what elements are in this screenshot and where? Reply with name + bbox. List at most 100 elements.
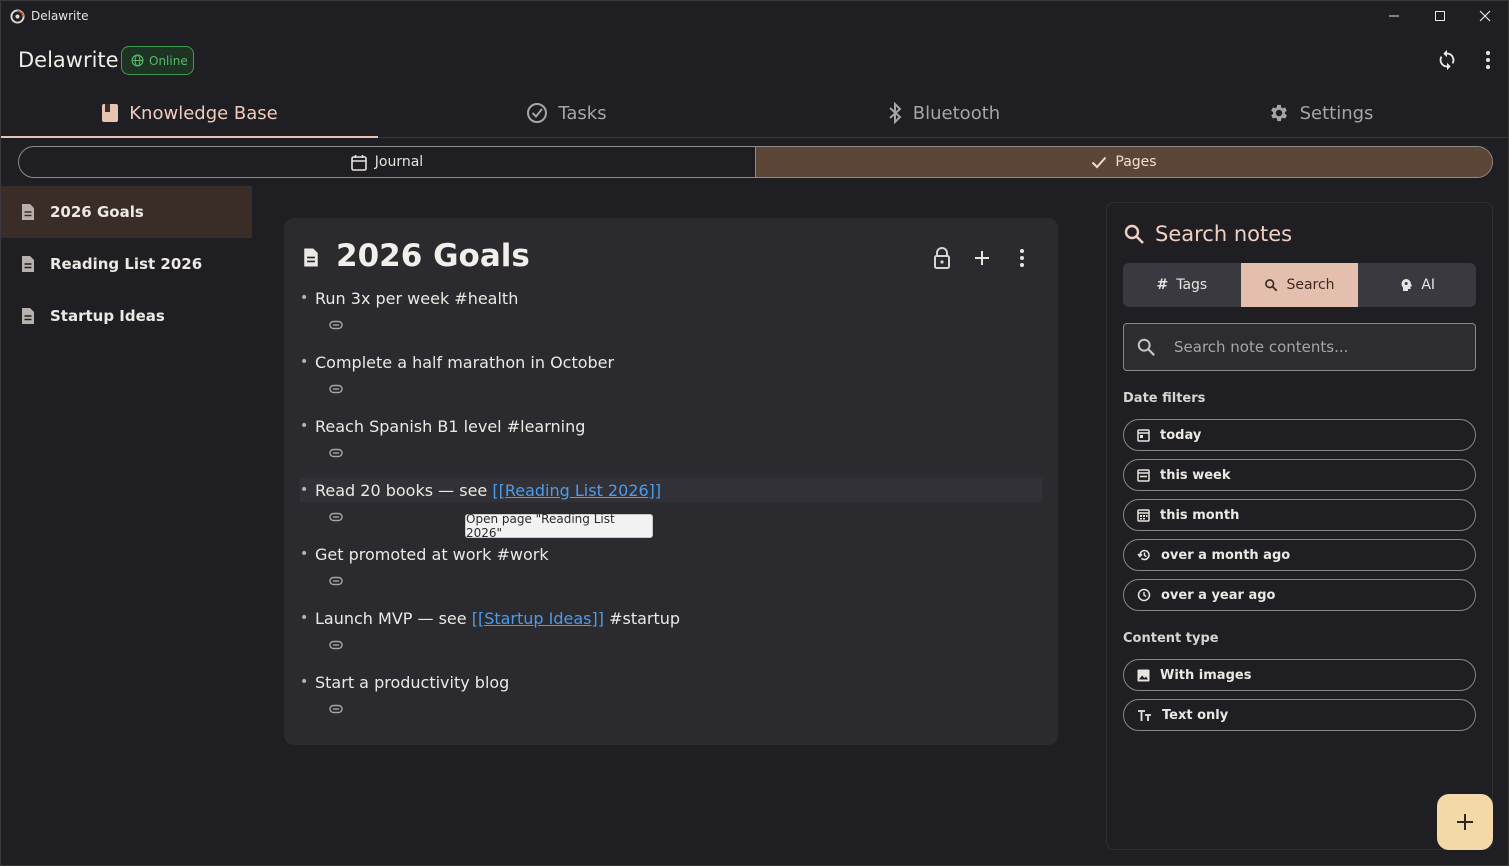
filter-over-a-year-ago[interactable]: over a year ago	[1123, 579, 1476, 611]
bullet-text: Get promoted at work #work	[315, 544, 549, 564]
text-icon	[1138, 709, 1151, 721]
tab-search[interactable]: Search	[1240, 263, 1359, 307]
attachment-icon[interactable]	[329, 448, 343, 458]
bullet-dot: •	[300, 290, 309, 306]
document-icon	[22, 308, 34, 324]
tab-settings[interactable]: Settings	[1132, 89, 1509, 137]
content-type-label: Content type	[1123, 631, 1219, 646]
filter-over-a-month-ago[interactable]: over a month ago	[1123, 539, 1476, 571]
note-bullet[interactable]: • Complete a half marathon in October	[300, 350, 1042, 374]
sync-icon	[1439, 49, 1455, 71]
attachment-icon[interactable]	[329, 320, 343, 330]
search-input[interactable]	[1174, 338, 1464, 356]
pages-sidebar: 2026 Goals Reading List 2026 Startup Ide…	[1, 186, 252, 342]
search-panel: Search notes # Tags Search AI Search not…	[1106, 202, 1493, 850]
gear-icon	[1270, 104, 1287, 122]
journal-label: Journal	[374, 154, 424, 170]
filter-text-only[interactable]: Text only	[1123, 699, 1476, 731]
window-title: Delawrite	[31, 9, 89, 23]
filter-label: over a year ago	[1161, 587, 1276, 603]
note-bullet[interactable]: • Run 3x per week #health	[300, 286, 1042, 310]
note-title: 2026 Goals	[336, 238, 530, 274]
bullet-text: Complete a half marathon in October	[315, 352, 615, 372]
tab-label: Tags	[1176, 277, 1208, 293]
calendar-icon	[350, 154, 367, 171]
sidebar-item-reading-list-2026[interactable]: Reading List 2026	[1, 238, 252, 290]
add-block-button[interactable]	[970, 246, 994, 270]
more-vertical-icon	[1486, 51, 1490, 69]
page-link-startup-ideas[interactable]: [[Startup Ideas]]	[472, 609, 604, 628]
journal-toggle-button[interactable]: Journal	[19, 147, 755, 177]
lock-button[interactable]	[930, 246, 954, 270]
tab-label: Search	[1286, 277, 1335, 293]
pages-toggle-button[interactable]: Pages	[755, 147, 1492, 177]
filter-label: Text only	[1162, 707, 1229, 723]
tab-tags[interactable]: # Tags	[1123, 263, 1241, 307]
attachment-icon[interactable]	[329, 384, 343, 394]
plus-icon	[975, 251, 989, 265]
note-menu-button[interactable]	[1010, 246, 1034, 270]
filter-this-month[interactable]: this month	[1123, 499, 1476, 531]
filter-label: this month	[1160, 507, 1240, 523]
filter-today[interactable]: today	[1123, 419, 1476, 451]
filter-this-week[interactable]: this week	[1123, 459, 1476, 491]
bullet-dot: •	[300, 418, 309, 434]
date-filters-label: Date filters	[1123, 391, 1206, 406]
minimize-button[interactable]	[1371, 1, 1417, 31]
sidebar-item-startup-ideas[interactable]: Startup Ideas	[1, 290, 252, 342]
filter-label: this week	[1160, 467, 1231, 483]
attachment-icon[interactable]	[329, 576, 343, 586]
tab-label: Knowledge Base	[129, 102, 278, 124]
status-badge: Online	[121, 46, 194, 75]
note-bullet[interactable]: • Read 20 books — see [[Reading List 202…	[300, 478, 1042, 502]
document-icon	[22, 256, 34, 272]
page-link-reading-list-2026[interactable]: [[Reading List 2026]]	[492, 481, 661, 500]
sync-button[interactable]	[1435, 48, 1459, 72]
more-menu-button[interactable]	[1476, 48, 1500, 72]
search-mode-tabs: # Tags Search AI	[1123, 263, 1476, 307]
search-panel-title: Search notes	[1155, 222, 1293, 246]
bullet-text: Reach Spanish B1 level #learning	[315, 416, 586, 436]
main-tabs: Knowledge Base Tasks Bluetooth Settings	[1, 89, 1508, 138]
sidebar-item-2026-goals[interactable]: 2026 Goals	[1, 186, 252, 238]
attachment-icon[interactable]	[329, 640, 343, 650]
history-icon	[1137, 549, 1150, 561]
check-circle-icon	[527, 103, 548, 123]
bullet-text: Read 20 books — see	[315, 480, 493, 500]
filter-label: over a month ago	[1161, 547, 1291, 563]
bullet-text-after: #startup	[604, 608, 681, 628]
note-bullet[interactable]: • Reach Spanish B1 level #learning	[300, 414, 1042, 438]
document-icon	[304, 248, 318, 267]
bullet-dot: •	[300, 546, 309, 562]
filter-label: today	[1160, 427, 1202, 443]
close-button[interactable]	[1462, 1, 1508, 31]
tab-label: AI	[1421, 277, 1436, 293]
app-logo-icon	[10, 9, 25, 24]
view-toggle: Journal Pages	[18, 146, 1493, 178]
lock-icon	[934, 247, 950, 269]
title-bar: Delawrite	[1, 1, 1508, 31]
calendar-today-icon	[1137, 429, 1150, 442]
document-icon	[22, 204, 34, 220]
note-bullet[interactable]: • Get promoted at work #work	[300, 542, 1042, 566]
bluetooth-icon	[889, 102, 902, 124]
globe-icon	[131, 54, 144, 67]
attachment-icon[interactable]	[329, 704, 343, 714]
filter-with-images[interactable]: With images	[1123, 659, 1476, 691]
tab-bluetooth[interactable]: Bluetooth	[755, 89, 1132, 137]
new-page-fab[interactable]	[1437, 794, 1493, 850]
note-bullet[interactable]: • Launch MVP — see [[Startup Ideas]] #st…	[300, 606, 1042, 630]
tab-ai[interactable]: AI	[1358, 263, 1476, 307]
sidebar-item-label: Reading List 2026	[50, 255, 203, 273]
minimize-icon	[1389, 15, 1399, 17]
tab-label: Tasks	[558, 102, 607, 124]
bullet-text: Launch MVP — see	[315, 608, 472, 628]
tab-knowledge-base[interactable]: Knowledge Base	[1, 89, 378, 138]
maximize-button[interactable]	[1417, 1, 1463, 31]
attachment-icon[interactable]	[329, 512, 343, 522]
note-bullet[interactable]: • Start a productivity blog	[300, 670, 1042, 694]
bullet-dot: •	[300, 610, 309, 626]
bullet-text: Run 3x per week #health	[315, 288, 519, 308]
tab-tasks[interactable]: Tasks	[378, 89, 755, 137]
book-icon	[102, 104, 119, 122]
